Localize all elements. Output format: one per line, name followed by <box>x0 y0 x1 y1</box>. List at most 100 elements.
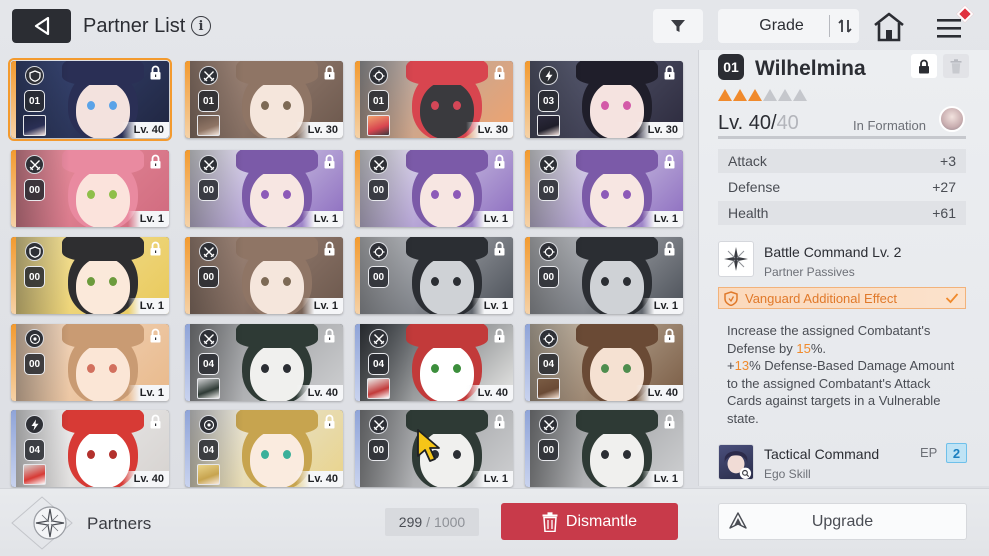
sort-dropdown[interactable]: Grade <box>718 9 859 43</box>
partner-card[interactable]: 04 Lv. 40 <box>185 410 343 487</box>
rank-badge: 04 <box>538 353 559 375</box>
menu-button[interactable] <box>933 5 974 44</box>
lock-icon[interactable] <box>149 328 162 343</box>
lock-icon[interactable] <box>663 154 676 169</box>
portrait-icon <box>724 451 752 479</box>
level-progress-bar <box>718 136 966 139</box>
lock-icon[interactable] <box>493 328 506 343</box>
lock-icon[interactable] <box>493 154 506 169</box>
info-icon[interactable]: i <box>191 16 211 36</box>
lock-icon[interactable] <box>663 328 676 343</box>
crosshair-class-icon <box>369 66 388 85</box>
rank-badge: 00 <box>24 179 45 201</box>
partner-card[interactable]: 03 Lv. 30 <box>525 61 683 138</box>
partner-card[interactable]: 00 Lv. 1 <box>355 237 513 314</box>
rank-badge: 00 <box>198 266 219 288</box>
partner-card[interactable]: 00 Lv. 1 <box>355 150 513 227</box>
lock-icon[interactable] <box>323 328 336 343</box>
crossed-swords-class-icon <box>369 329 388 348</box>
detail-lock-button[interactable] <box>911 54 937 78</box>
partner-card[interactable]: 00 Lv. 1 <box>185 237 343 314</box>
lock-icon[interactable] <box>493 241 506 256</box>
partner-card[interactable]: 00 Lv. 1 <box>185 150 343 227</box>
passive-skill-button[interactable] <box>718 241 754 277</box>
stat-label: Attack <box>728 153 767 169</box>
upgrade-button[interactable]: Upgrade <box>718 503 967 540</box>
crossed-swords-class-icon <box>199 242 218 261</box>
level-tag: Lv. 40 <box>295 385 343 401</box>
crossed-swords-class-icon <box>369 155 388 174</box>
crossed-swords-class-icon <box>539 155 558 174</box>
lock-icon[interactable] <box>149 154 162 169</box>
detail-trash-button[interactable] <box>943 54 969 78</box>
partner-card[interactable]: 01 Lv. 40 <box>8 58 172 141</box>
vanguard-label: Vanguard Additional Effect <box>745 290 898 306</box>
lock-icon[interactable] <box>323 414 336 429</box>
level-tag: Lv. 40 <box>121 122 169 138</box>
partner-card[interactable]: 00 Lv. 1 <box>525 237 683 314</box>
ep-label: EP <box>920 445 938 460</box>
home-button[interactable] <box>872 11 906 43</box>
level-tag: Lv. 40 <box>635 385 683 401</box>
stat-value: +61 <box>932 205 956 221</box>
assigned-combatant-avatar <box>537 115 560 136</box>
partners-emblem-icon <box>11 496 73 550</box>
back-button[interactable] <box>12 9 71 43</box>
ego-skill-subtitle: Ego Skill <box>764 467 811 481</box>
back-arrow-icon <box>34 17 49 35</box>
lock-icon[interactable] <box>663 65 676 80</box>
formation-avatar[interactable] <box>939 106 965 132</box>
partner-card[interactable]: 04 Lv. 40 <box>11 410 169 487</box>
rank-badge: 00 <box>24 266 45 288</box>
dismantle-label: Dismantle <box>565 512 638 530</box>
lock-icon[interactable] <box>149 414 162 429</box>
rank-badge: 00 <box>368 179 389 201</box>
crossed-swords-class-icon <box>199 155 218 174</box>
filter-button[interactable] <box>653 9 703 43</box>
partner-card[interactable]: 00 Lv. 1 <box>11 237 169 314</box>
lock-icon[interactable] <box>149 241 162 256</box>
partner-card[interactable]: 00 Lv. 1 <box>11 324 169 401</box>
level-tag: Lv. 30 <box>465 122 513 138</box>
effect-text-part: Increase the assigned Combatant's Defens… <box>727 323 931 356</box>
partner-card[interactable]: 04 Lv. 40 <box>355 324 513 401</box>
rank-badge: 00 <box>538 179 559 201</box>
target-class-icon <box>199 415 218 434</box>
in-formation-label: In Formation <box>853 118 926 133</box>
rank-badge: 04 <box>198 439 219 461</box>
lock-icon[interactable] <box>149 65 162 80</box>
rank-badge: 04 <box>24 439 45 461</box>
partner-card[interactable]: 00 Lv. 1 <box>525 410 683 487</box>
lock-icon[interactable] <box>493 414 506 429</box>
level-tag: Lv. 1 <box>471 211 513 227</box>
lock-icon <box>919 59 929 73</box>
mouse-cursor-icon <box>417 429 440 462</box>
stat-row-attack: Attack +3 <box>718 149 966 173</box>
crosshair-class-icon <box>369 242 388 261</box>
assigned-combatant-avatar <box>197 464 220 485</box>
crossed-swords-class-icon <box>539 415 558 434</box>
partner-card[interactable]: 00 Lv. 1 <box>11 150 169 227</box>
stat-label: Defense <box>728 179 781 195</box>
partner-card[interactable]: 04 Lv. 40 <box>525 324 683 401</box>
sort-toggle-icon <box>837 19 852 33</box>
level-tag: Lv. 1 <box>301 298 343 314</box>
trash-icon <box>542 511 558 532</box>
lock-icon[interactable] <box>663 414 676 429</box>
level-tag: Lv. 1 <box>641 471 683 487</box>
partner-card[interactable]: 00 Lv. 1 <box>525 150 683 227</box>
shield-class-icon <box>25 242 44 261</box>
assigned-combatant-avatar <box>197 115 220 136</box>
ego-skill-button[interactable] <box>718 444 754 480</box>
lock-icon[interactable] <box>493 65 506 80</box>
partner-card[interactable]: 04 Lv. 40 <box>185 324 343 401</box>
lock-icon[interactable] <box>663 241 676 256</box>
lock-icon[interactable] <box>323 241 336 256</box>
lock-icon[interactable] <box>323 154 336 169</box>
partner-card[interactable]: 01 Lv. 30 <box>185 61 343 138</box>
stat-row-defense: Defense +27 <box>718 175 966 199</box>
dismantle-button[interactable]: Dismantle <box>501 503 678 540</box>
sort-toggle-button[interactable] <box>829 15 859 37</box>
partner-card[interactable]: 01 Lv. 30 <box>355 61 513 138</box>
lock-icon[interactable] <box>323 65 336 80</box>
